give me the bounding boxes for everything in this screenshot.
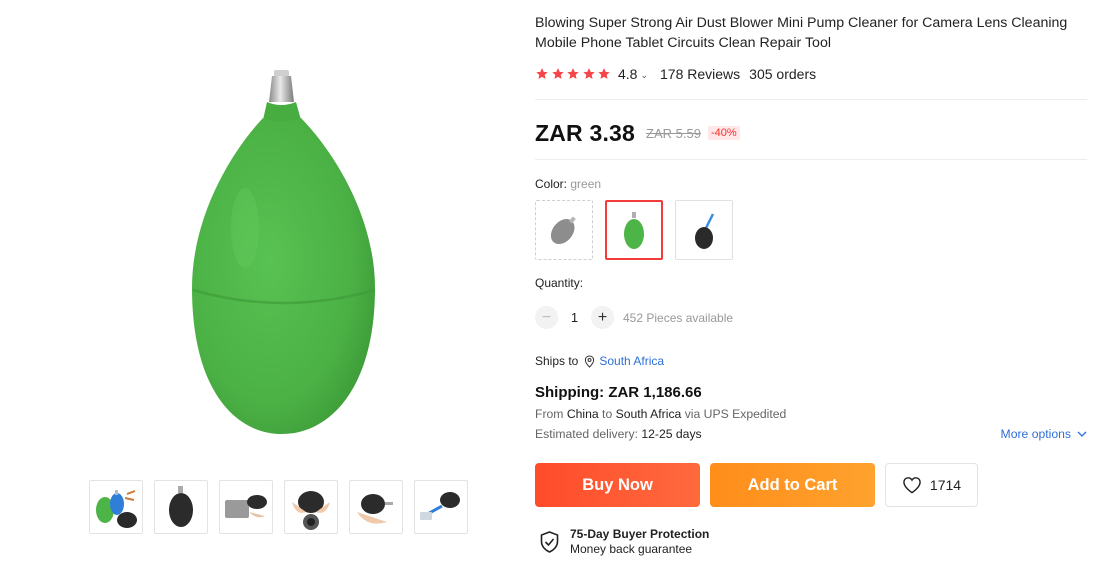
buy-now-button[interactable]: Buy Now bbox=[535, 463, 700, 507]
original-price: ZAR 5.59 bbox=[646, 125, 701, 141]
shipping-route: From China to South Africa via UPS Exped… bbox=[535, 407, 786, 421]
estimated-delivery-label: Estimated delivery: bbox=[535, 427, 642, 441]
divider bbox=[535, 99, 1087, 100]
quantity-label: Quantity: bbox=[535, 276, 584, 290]
quantity-value[interactable]: 1 bbox=[558, 310, 591, 325]
quantity-stepper: − 1 + 452 Pieces available bbox=[535, 306, 733, 329]
quantity-decrease-button[interactable]: − bbox=[535, 306, 558, 329]
chevron-down-icon bbox=[1077, 431, 1087, 437]
star-icon bbox=[582, 68, 595, 79]
color-swatch-gray[interactable] bbox=[535, 200, 593, 260]
estimated-delivery: Estimated delivery: 12-25 days bbox=[535, 427, 702, 441]
heart-icon bbox=[903, 477, 921, 494]
star-icon bbox=[567, 68, 579, 79]
shipping-cost: Shipping: ZAR 1,186.66 bbox=[535, 384, 702, 401]
color-selected-value: green bbox=[570, 177, 602, 191]
shipping-destination: South Africa bbox=[615, 407, 682, 421]
ships-to-country-link[interactable]: South Africa bbox=[599, 354, 664, 368]
thumbnail-5[interactable] bbox=[349, 480, 403, 534]
thumbnail-strip bbox=[89, 480, 468, 534]
color-swatches bbox=[535, 200, 733, 260]
divider bbox=[535, 159, 1087, 160]
more-options-label: More options bbox=[1000, 427, 1071, 441]
star-rating bbox=[535, 67, 611, 81]
star-icon bbox=[598, 68, 610, 79]
ships-to-label: Ships to bbox=[535, 354, 579, 368]
rating-row: 4.8 ⌄ 178 Reviews 305 orders bbox=[535, 65, 816, 83]
ships-to-row: Ships to South Africa bbox=[535, 354, 664, 368]
color-swatch-black[interactable] bbox=[675, 200, 733, 260]
wishlist-count: 1714 bbox=[929, 477, 962, 493]
shipping-to-word: to bbox=[598, 407, 616, 421]
color-label-text: Color: bbox=[535, 177, 571, 191]
thumbnail-6[interactable] bbox=[414, 480, 468, 534]
discount-badge: -40% bbox=[707, 126, 740, 140]
orders-count: 305 orders bbox=[749, 66, 817, 82]
buyer-protection-subtitle: Money back guarantee bbox=[570, 542, 693, 556]
purchase-actions: Buy Now Add to Cart 1714 bbox=[535, 463, 978, 507]
estimated-delivery-value: 12-25 days bbox=[641, 427, 702, 441]
main-product-image bbox=[185, 68, 385, 438]
color-swatch-green[interactable] bbox=[605, 200, 663, 260]
shipping-carrier: via UPS Expedited bbox=[681, 407, 787, 421]
chevron-down-icon[interactable]: ⌄ bbox=[640, 70, 648, 81]
shipping-origin: China bbox=[566, 407, 599, 421]
location-pin-icon bbox=[585, 354, 595, 368]
buyer-protection-title: 75-Day Buyer Protection bbox=[570, 527, 710, 541]
rating-value[interactable]: 4.8 bbox=[618, 66, 637, 82]
more-shipping-options-link[interactable]: More options bbox=[1001, 427, 1087, 441]
quantity-increase-button[interactable]: + bbox=[591, 306, 614, 329]
product-title: Blowing Super Strong Air Dust Blower Min… bbox=[535, 15, 1068, 51]
pieces-available: 452 Pieces available bbox=[623, 310, 734, 325]
reviews-link[interactable]: 178 Reviews bbox=[660, 66, 740, 82]
buyer-protection: 75-Day Buyer Protection Money back guara… bbox=[540, 527, 709, 557]
thumbnail-3[interactable] bbox=[219, 480, 273, 534]
shield-check-icon bbox=[540, 531, 559, 553]
shipping-from-prefix: From bbox=[535, 407, 567, 421]
current-price: ZAR 3.38 bbox=[535, 119, 636, 146]
wishlist-button[interactable]: 1714 bbox=[885, 463, 978, 507]
thumbnail-4[interactable] bbox=[284, 480, 338, 534]
color-label: Color: green bbox=[535, 177, 601, 191]
thumbnail-2[interactable] bbox=[154, 480, 208, 534]
price-row: ZAR 3.38 ZAR 5.59 -40% bbox=[535, 119, 740, 147]
add-to-cart-button[interactable]: Add to Cart bbox=[710, 463, 875, 507]
star-icon bbox=[551, 68, 564, 79]
thumbnail-1[interactable] bbox=[89, 480, 143, 534]
star-icon bbox=[536, 68, 548, 79]
